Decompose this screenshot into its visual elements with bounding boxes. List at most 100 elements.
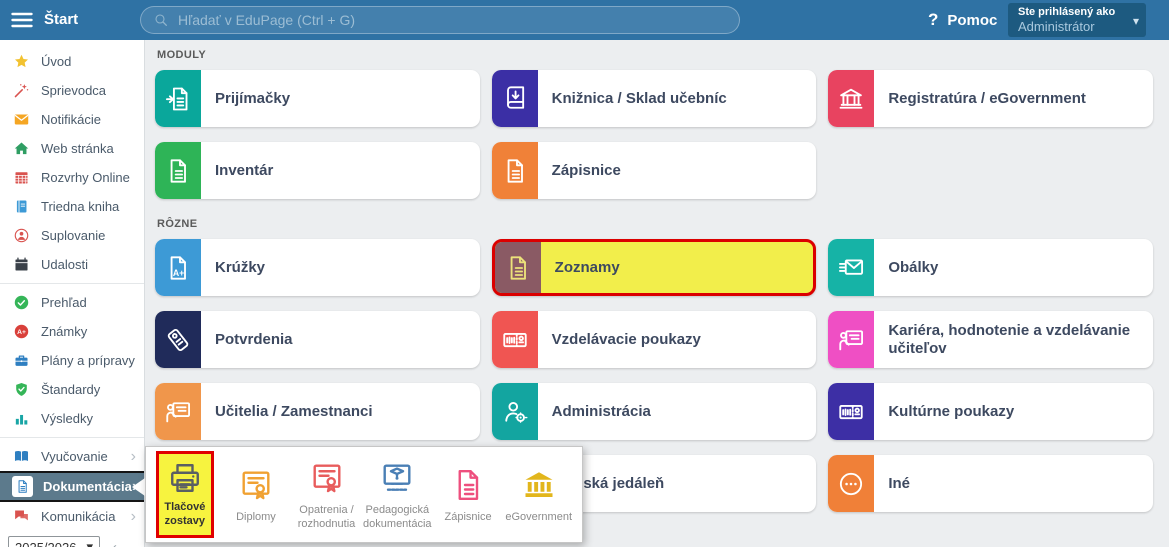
sidebar-item-sprievodca[interactable]: Sprievodca [0,76,144,105]
dots-circle-icon [828,455,874,512]
sidebar-item-label: Rozvrhy Online [41,170,130,185]
popup-item-diplomy[interactable]: Diplomy [221,459,292,531]
sidebar-item-label: Úvod [41,54,71,69]
sidebar-item-web-stranka[interactable]: Web stránka [0,134,144,163]
sidebar-item-vyucovanie[interactable]: Vyučovanie › [0,442,144,471]
calendar-grid-icon [12,168,31,187]
sidebar-item-label: Suplovanie [41,228,105,243]
voucher-icon [828,383,874,440]
popup-item-pedagogicka-dokumentacia[interactable]: Pedagogická dokumentácia [362,452,433,538]
tile-ucitelia-zamestnanci[interactable]: Učitelia / Zamestnanci [155,383,480,440]
sidebar-item-prehlad[interactable]: Prehľad [0,288,144,317]
voucher-icon [492,311,538,368]
sidebar-item-label: Prehľad [41,295,87,310]
sidebar-item-plany-a-pripravy[interactable]: Plány a prípravy [0,346,144,375]
sidebar-item-rozvrhy-online[interactable]: Rozvrhy Online [0,163,144,192]
sidebar-item-dokumentacia[interactable]: Dokumentácia› [0,471,144,502]
sidebar-item-label: Komunikácia [41,509,115,524]
sidebar-item-uvod[interactable]: Úvod [0,47,144,76]
logged-in-user-dropdown[interactable]: Ste prihlásený ako Administrátor ▾ [1008,3,1146,37]
sidebar-item-suplovanie[interactable]: Suplovanie [0,221,144,250]
person-circle-icon [12,226,31,245]
sidebar-item-label: Notifikácie [41,112,101,127]
tile-label: Vzdelávacie poukazy [538,331,711,349]
calendar-icon [12,255,31,274]
tile-kulturne-poukazy[interactable]: Kultúrne poukazy [828,383,1153,440]
graduate-icon [379,458,415,498]
sidebar-item-label: Známky [41,324,87,339]
sidebar-item-standardy[interactable]: Štandardy [0,375,144,404]
bar-chart-icon [12,409,31,428]
popup-item-label: Zápisnice [445,511,492,525]
tile-label: Zápisnice [538,162,631,180]
tile-kariera-hodnotenie-a-vzdelavanie-ucitelov[interactable]: Kariéra, hodnotenie a vzdelávanie učiteľ… [828,311,1153,368]
bank-icon [828,70,874,127]
tile-potvrdenia[interactable]: Potvrdenia [155,311,480,368]
chevron-right-icon: › [132,479,137,495]
school-year-row: 2025/2026 ▾ ‹ [8,536,138,547]
tile-label: Registratúra / eGovernment [874,90,1096,108]
tile-label: Kariéra, hodnotenie a vzdelávanie učiteľ… [874,322,1153,357]
tile-administracia[interactable]: Administrácia [492,383,817,440]
tile-obalky[interactable]: Obálky [828,239,1153,296]
sidebar-item-udalosti[interactable]: Udalosti [0,250,144,279]
tile-zoznamy[interactable]: Zoznamy [492,239,817,296]
tile-zapisnice[interactable]: Zápisnice [492,142,817,199]
notebook-icon [12,197,31,216]
sidebar-item-vysledky[interactable]: Výsledky [0,404,144,433]
open-book-icon [12,447,31,466]
start-menu-label[interactable]: Štart [44,11,78,28]
sidebar-item-komunikacia[interactable]: Komunikácia› [0,502,144,531]
module-sections: MODULYPrijímačkyKnižnica / Sklad učebníc… [155,44,1153,512]
sidebar-item-label: Dokumentácia [43,479,132,494]
popup-item-zapisnice[interactable]: Zápisnice [433,459,504,531]
tile-inventar[interactable]: Inventár [155,142,480,199]
hamburger-menu-icon[interactable] [10,8,34,32]
tile-label: Administrácia [538,403,661,421]
tile-prijimacky[interactable]: Prijímačky [155,70,480,127]
popup-item-label: Pedagogická dokumentácia [363,504,432,532]
tile-kruzky[interactable]: A+Krúžky [155,239,480,296]
question-mark-icon: ? [928,10,938,30]
tile-ine[interactable]: Iné [828,455,1153,512]
teacher-board-icon [828,311,874,368]
chevron-right-icon: › [131,449,136,465]
sidebar-item-label: Vyučovanie [41,449,108,464]
sidebar-item-triedna-kniha[interactable]: Triedna kniha [0,192,144,221]
tile-label: Knižnica / Sklad učebníc [538,90,737,108]
certificate-icon [238,465,274,505]
briefcase-icon [12,351,31,370]
help-label: Pomoc [947,12,997,29]
sidebar-divider [0,437,144,438]
star-icon [12,52,31,71]
book-download-icon [492,70,538,127]
popup-item-label: eGovernment [505,511,572,525]
tile-registratura-egovernment[interactable]: Registratúra / eGovernment [828,70,1153,127]
popup-item-label: Opatrenia / rozhodnutia [298,504,356,532]
global-search[interactable] [140,6,740,34]
logged-in-user-role: Administrátor [1018,19,1124,34]
sidebar: Úvod Sprievodca Notifikácie Web stránka Rozv… [0,40,145,547]
tile-vzdelavacie-poukazy[interactable]: Vzdelávacie poukazy [492,311,817,368]
sidebar-item-notifikacie[interactable]: Notifikácie [0,105,144,134]
collapse-sidebar-icon[interactable]: ‹ [112,539,117,547]
tile-label: Kultúrne poukazy [874,403,1024,421]
doc-list-icon [155,142,201,199]
tile-label: Iné [874,475,920,493]
search-input[interactable] [178,12,727,28]
popup-item-egovernment[interactable]: eGovernment [503,459,574,531]
tile-label: Prijímačky [201,90,300,108]
grade-circle-icon: A+ [12,322,31,341]
chat-icon [12,507,31,526]
sidebar-item-znamky[interactable]: A+ Známky [0,317,144,346]
help-button[interactable]: ? Pomoc [928,0,997,40]
teacher-board-icon [155,383,201,440]
tile-label: Zoznamy [541,259,630,277]
popup-item-opatrenia-rozhodnutia[interactable]: Opatrenia / rozhodnutia [291,452,362,538]
sidebar-item-label: Sprievodca [41,83,106,98]
school-year-select[interactable]: 2025/2026 ▾ [8,536,100,547]
tile-grid: Prijímačky Knižnica / Sklad učebníc Regist… [155,70,1153,199]
tile-kniznica-sklad-ucebnic[interactable]: Knižnica / Sklad učebníc [492,70,817,127]
svg-text:A+: A+ [17,329,26,336]
popup-item-tlacove-zostavy[interactable]: Tlačové zostavy [156,451,214,538]
